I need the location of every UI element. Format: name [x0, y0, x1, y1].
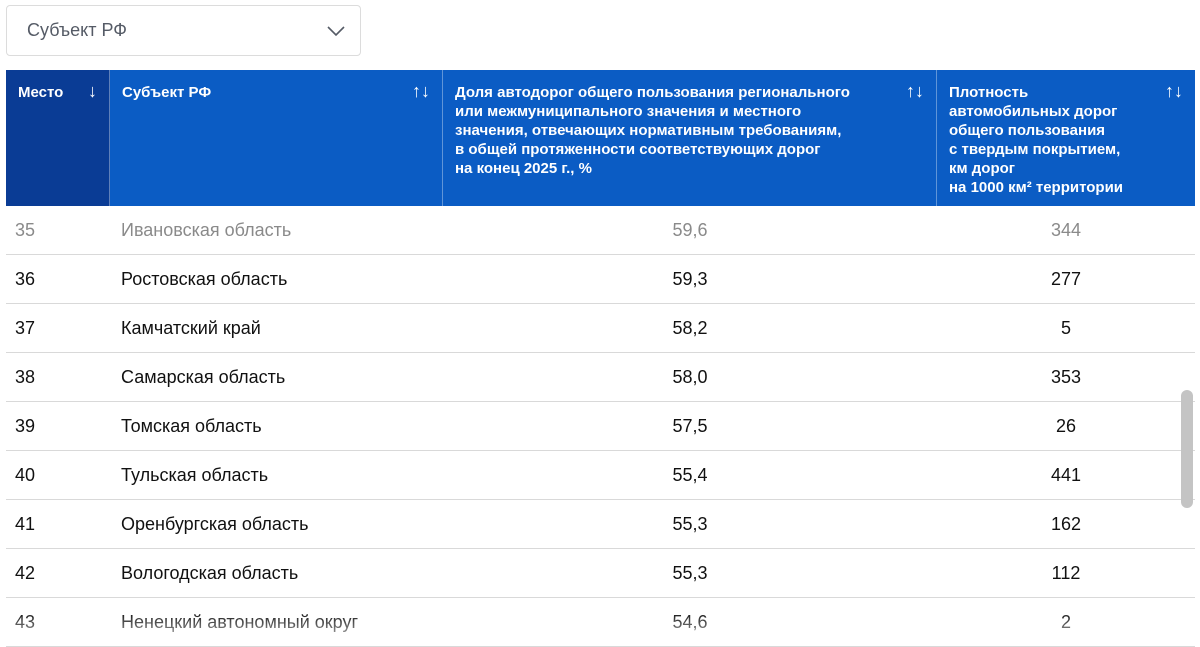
cell-subject: Оренбургская область — [121, 513, 309, 534]
cell-density: 162 — [1050, 513, 1082, 534]
cell-place: 37 — [15, 317, 36, 338]
sort-desc-icon[interactable]: ↓ — [88, 82, 97, 101]
subject-filter-select[interactable]: Субъект РФ — [6, 5, 361, 56]
cell-subject: Камчатский край — [121, 317, 261, 338]
cell-density: 353 — [1050, 366, 1082, 387]
column-header-subject[interactable]: Субъект РФ ↑↓ — [110, 70, 443, 206]
table-row[interactable]: 37 Камчатский край 58,2 5 — [6, 304, 1195, 353]
table-body: 35 Ивановская область 59,6 344 36 Ростов… — [6, 206, 1195, 647]
table-row[interactable]: 36 Ростовская область 59,3 277 — [6, 255, 1195, 304]
cell-share: 58,2 — [672, 317, 708, 338]
subject-filter-label: Субъект РФ — [27, 20, 127, 40]
column-header-share-label: Доля автодорог общего пользования регион… — [455, 84, 850, 177]
column-header-density-label: Плотность автомобильных дорог общего пол… — [949, 84, 1124, 196]
cell-density: 5 — [1060, 317, 1071, 338]
cell-subject: Томская область — [121, 415, 262, 436]
cell-place: 43 — [15, 611, 36, 632]
sort-toggle-icon[interactable]: ↑↓ — [906, 82, 924, 101]
cell-share: 55,4 — [672, 464, 708, 485]
cell-place: 36 — [15, 268, 36, 289]
column-header-subject-label: Субъект РФ — [122, 84, 212, 101]
table-row[interactable]: 38 Самарская область 58,0 353 — [6, 353, 1195, 402]
column-header-share[interactable]: Доля автодорог общего пользования регион… — [443, 70, 937, 206]
cell-place: 41 — [15, 513, 36, 534]
cell-share: 55,3 — [672, 562, 708, 583]
cell-share: 57,5 — [672, 415, 708, 436]
cell-subject: Самарская область — [121, 366, 286, 387]
table-row[interactable]: 43 Ненецкий автономный округ 54,6 2 — [6, 598, 1195, 647]
column-header-place[interactable]: Место ↓ — [6, 70, 110, 206]
table-row[interactable]: 42 Вологодская область 55,3 112 — [6, 549, 1195, 598]
table-row[interactable]: 39 Томская область 57,5 26 — [6, 402, 1195, 451]
cell-place: 35 — [15, 219, 36, 240]
sort-toggle-icon[interactable]: ↑↓ — [412, 82, 430, 101]
cell-subject: Тульская область — [121, 464, 269, 485]
table-row[interactable]: 41 Оренбургская область 55,3 162 — [6, 500, 1195, 549]
cell-density: 441 — [1050, 464, 1082, 485]
cell-density: 112 — [1051, 562, 1081, 583]
vertical-scrollbar-thumb[interactable] — [1181, 390, 1193, 508]
cell-place: 40 — [15, 464, 36, 485]
table-row[interactable]: 35 Ивановская область 59,6 344 — [6, 206, 1195, 255]
cell-subject: Ненецкий автономный округ — [121, 611, 359, 632]
cell-share: 54,6 — [672, 611, 708, 632]
cell-place: 38 — [15, 366, 36, 387]
cell-share: 55,3 — [672, 513, 708, 534]
cell-subject: Ивановская область — [121, 219, 292, 240]
cell-density: 344 — [1050, 219, 1082, 240]
cell-subject: Вологодская область — [121, 562, 299, 583]
table-row[interactable]: 40 Тульская область 55,4 441 — [6, 451, 1195, 500]
cell-place: 39 — [15, 415, 36, 436]
column-header-density[interactable]: Плотность автомобильных дорог общего пол… — [937, 70, 1195, 206]
cell-density: 277 — [1050, 268, 1082, 289]
cell-density: 2 — [1060, 611, 1071, 632]
chevron-down-icon — [327, 26, 345, 37]
cell-share: 59,3 — [672, 268, 708, 289]
regions-table: Место ↓ Субъект РФ ↑↓ Доля автодорог общ… — [6, 70, 1195, 647]
cell-place: 42 — [15, 562, 36, 583]
column-header-place-label: Место — [18, 84, 64, 101]
cell-density: 26 — [1055, 415, 1077, 436]
cell-share: 59,6 — [672, 219, 708, 240]
cell-subject: Ростовская область — [121, 268, 288, 289]
sort-toggle-icon[interactable]: ↑↓ — [1165, 82, 1183, 101]
cell-share: 58,0 — [672, 366, 708, 387]
table-header: Место ↓ Субъект РФ ↑↓ Доля автодорог общ… — [6, 70, 1195, 206]
